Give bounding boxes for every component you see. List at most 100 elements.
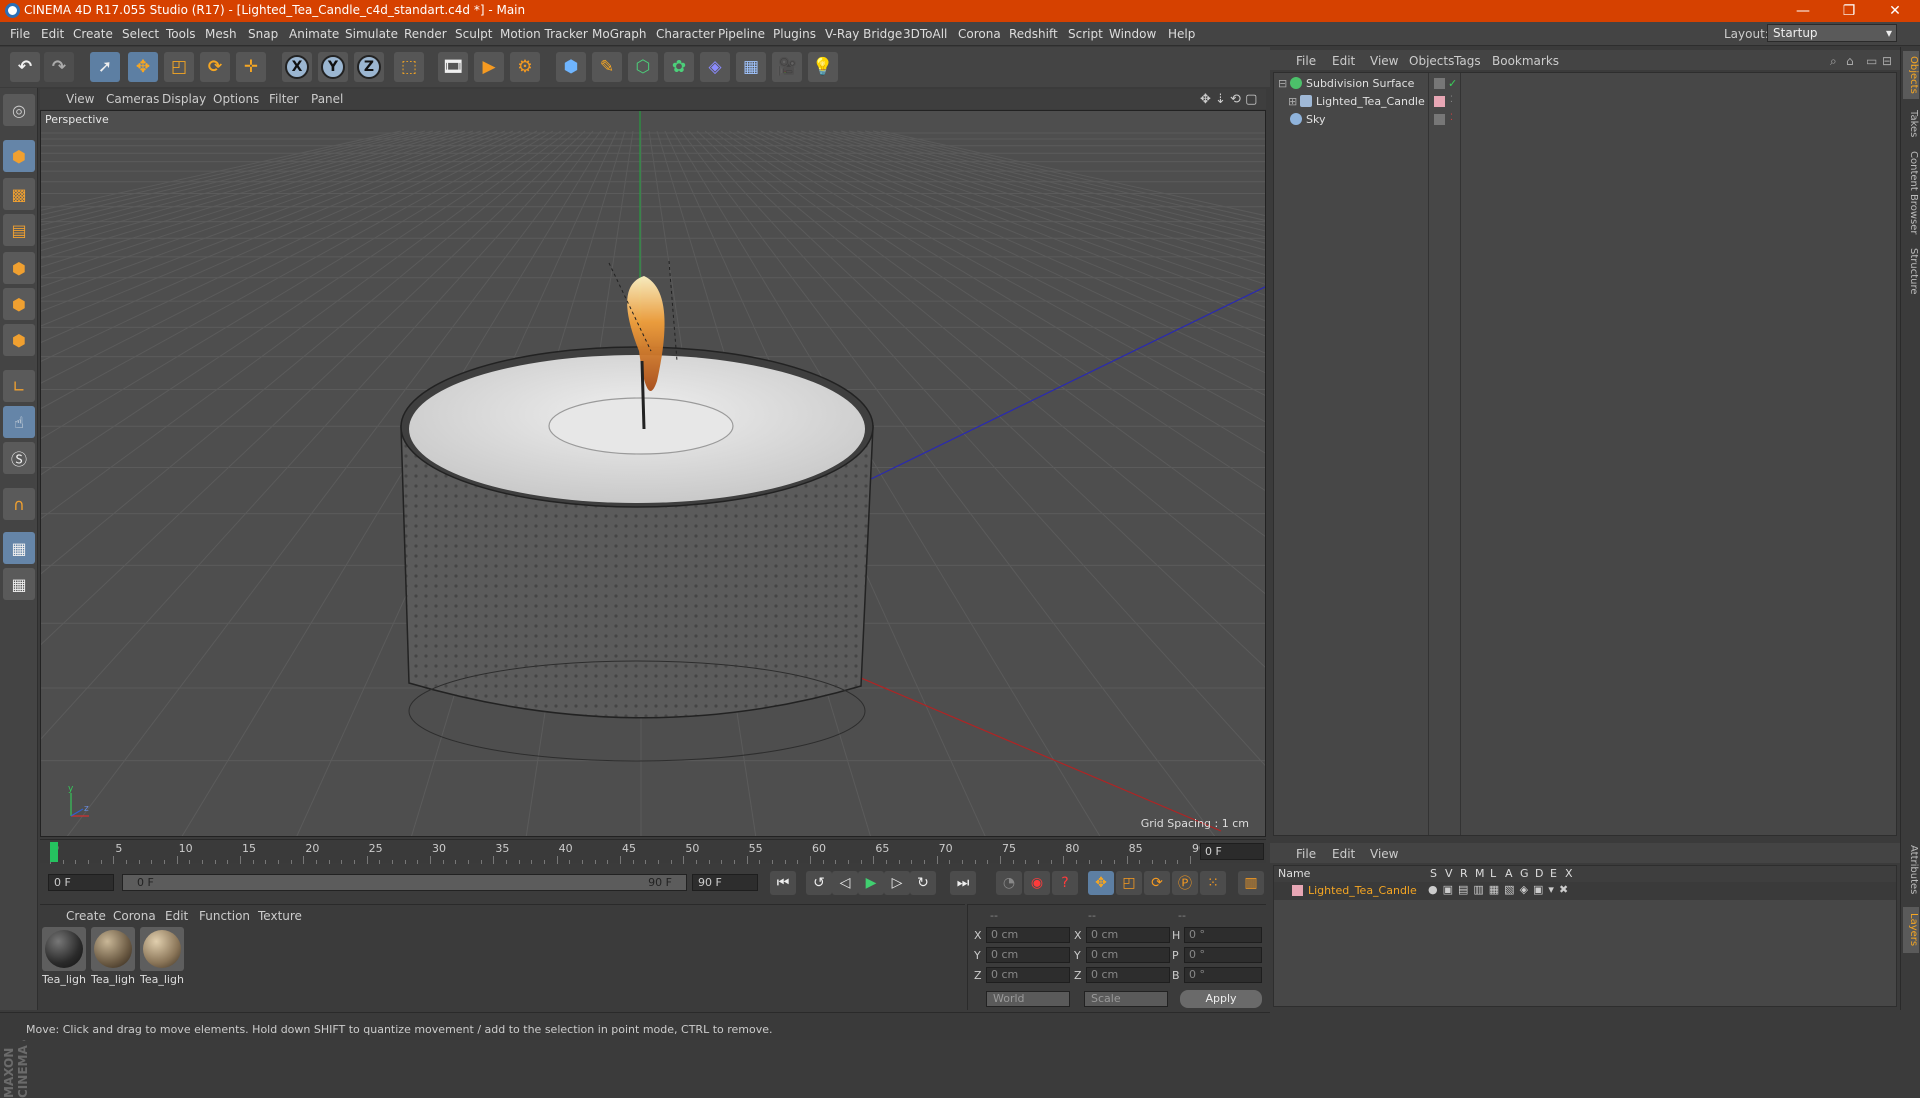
material-menu-texture[interactable]: Texture [258, 909, 302, 923]
key-position-icon[interactable]: ✥ [1088, 871, 1114, 895]
objects-menu-view[interactable]: View [1370, 54, 1398, 68]
layer-col-s[interactable]: S [1430, 867, 1437, 880]
light-icon[interactable]: 💡 [808, 52, 838, 82]
menu-character[interactable]: Character [656, 27, 715, 41]
layer-col-v[interactable]: V [1445, 867, 1453, 880]
window-icon[interactable]: ▭ [1866, 54, 1877, 68]
timeline-window-icon[interactable]: ▥ [1238, 871, 1264, 895]
coordinate-space-dropdown[interactable]: World [986, 991, 1070, 1007]
menu-vray-bridge[interactable]: V-Ray Bridge [825, 27, 902, 41]
menu-mograph[interactable]: MoGraph [592, 27, 647, 41]
menu-3dtoall[interactable]: 3DToAll [903, 27, 947, 41]
spline-pen-icon[interactable]: ✎ [592, 52, 622, 82]
layer-row-lighted-tea-candle[interactable]: Lighted_Tea_Candle ●▣▤▥▦▧◈▣▾✖ [1274, 882, 1896, 900]
objects-menu-edit[interactable]: Edit [1332, 54, 1355, 68]
texture-mode-icon[interactable]: ▩ [3, 178, 35, 210]
layer-list[interactable]: Name S V R M L A G D E X Lighted_Tea_Can… [1273, 865, 1897, 1007]
z-axis-lock-icon[interactable]: Z [354, 52, 384, 82]
layer-col-r[interactable]: R [1460, 867, 1468, 880]
objects-menu-objects[interactable]: Objects [1409, 54, 1454, 68]
edges-mode-icon[interactable]: ⬢ [3, 288, 35, 320]
tab-layers[interactable]: Layers [1903, 907, 1919, 953]
enabled-check-icon[interactable]: ✓ [1448, 77, 1457, 90]
record-disabled-icon[interactable]: ◔ [996, 871, 1022, 895]
layer-color-tag[interactable] [1434, 96, 1445, 107]
size-mode-dropdown[interactable]: Scale [1084, 991, 1168, 1007]
menu-mesh[interactable]: Mesh [205, 27, 237, 41]
tab-content-browser[interactable]: Content Browser [1903, 147, 1919, 239]
layer-col-x[interactable]: X [1565, 867, 1573, 880]
key-parameter-icon[interactable]: Ⓟ [1172, 871, 1198, 895]
preview-range-slider[interactable]: 0 F 90 F [122, 874, 687, 891]
viewport-menu-filter[interactable]: Filter [269, 92, 299, 106]
viewport-menu-view[interactable]: View [66, 92, 94, 106]
position-y-field[interactable]: 0 cm [986, 947, 1070, 963]
redo-icon[interactable]: ↷ [44, 52, 74, 82]
viewport-menu-cameras[interactable]: Cameras [106, 92, 159, 106]
x-axis-lock-icon[interactable]: X [282, 52, 312, 82]
start-frame-field[interactable]: 0 F [48, 874, 114, 891]
timeline-ruler[interactable]: 051015202530354045505560657075808590 0 F [40, 839, 1266, 864]
make-editable-icon[interactable]: ◎ [3, 94, 35, 126]
material-swatch[interactable] [42, 927, 86, 971]
objects-menu-file[interactable]: File [1296, 54, 1316, 68]
menu-edit[interactable]: Edit [41, 27, 64, 41]
rotation-p-field[interactable]: 0 ° [1184, 947, 1262, 963]
end-frame-field[interactable]: 90 F [692, 874, 758, 891]
timeline-playhead[interactable] [50, 842, 58, 862]
layer-col-l[interactable]: L [1490, 867, 1496, 880]
planar-workplane-icon[interactable]: ▦ [3, 568, 35, 600]
menu-redshift[interactable]: Redshift [1009, 27, 1058, 41]
menu-script[interactable]: Script [1068, 27, 1103, 41]
collapse-icon[interactable]: ⊟ [1278, 77, 1287, 90]
menu-render[interactable]: Render [404, 27, 447, 41]
coordinate-system-icon[interactable]: ⬚ [394, 52, 424, 82]
undo-icon[interactable]: ↶ [10, 52, 40, 82]
rotation-b-field[interactable]: 0 ° [1184, 967, 1262, 983]
record-active-objects-icon[interactable]: ◉ [1024, 871, 1050, 895]
axis-mode-icon[interactable]: ∟ [3, 370, 35, 402]
model-mode-icon[interactable]: ⬢ [3, 140, 35, 172]
play-icon[interactable]: ▶ [858, 871, 884, 895]
material-swatch[interactable] [140, 927, 184, 971]
viewport-menu-display[interactable]: Display [162, 92, 206, 106]
material-swatch[interactable] [91, 927, 135, 971]
menu-corona[interactable]: Corona [958, 27, 1001, 41]
object-row-sky[interactable]: Sky ⁚ [1274, 110, 1896, 129]
menu-plugins[interactable]: Plugins [773, 27, 816, 41]
objects-menu-bookmarks[interactable]: Bookmarks [1492, 54, 1559, 68]
scale-tool-icon[interactable]: ◰ [164, 52, 194, 82]
size-z-field[interactable]: 0 cm [1086, 967, 1170, 983]
layer-col-a[interactable]: A [1505, 867, 1513, 880]
layer-col-g[interactable]: G [1520, 867, 1529, 880]
viewport-menu-panel[interactable]: Panel [311, 92, 343, 106]
array-mograph-icon[interactable]: ✿ [664, 52, 694, 82]
points-mode-icon[interactable]: ⬢ [3, 252, 35, 284]
tweak-mode-icon[interactable]: ☝ [3, 406, 35, 438]
home-icon[interactable]: ⌂ [1846, 54, 1854, 68]
go-to-start-icon[interactable]: ⏮ [770, 871, 796, 895]
transform-tool-icon[interactable]: ✛ [236, 52, 266, 82]
position-x-field[interactable]: 0 cm [986, 927, 1070, 943]
live-selection-icon[interactable]: ➚ [90, 52, 120, 82]
visibility-dots-icon[interactable]: ⁚ [1450, 113, 1453, 123]
y-axis-lock-icon[interactable]: Y [318, 52, 348, 82]
move-tool-icon[interactable]: ✥ [128, 52, 158, 82]
layer-toggle-icons[interactable]: ●▣▤▥▦▧◈▣▾✖ [1428, 883, 1573, 896]
apply-button[interactable]: Apply [1180, 990, 1262, 1008]
menu-snap[interactable]: Snap [248, 27, 278, 41]
layer-col-name[interactable]: Name [1278, 867, 1310, 880]
cube-primitive-icon[interactable]: ⬢ [556, 52, 586, 82]
tab-objects[interactable]: Objects [1903, 51, 1919, 99]
key-rotation-icon[interactable]: ⟳ [1144, 871, 1170, 895]
menu-sculpt[interactable]: Sculpt [455, 27, 492, 41]
layout-dropdown[interactable]: Startup [1767, 24, 1897, 42]
key-point-level-icon[interactable]: ⁙ [1200, 871, 1226, 895]
object-row-lighted-tea-candle[interactable]: ⊞ Lighted_Tea_Candle ⁚ [1274, 92, 1896, 111]
material-menu-create[interactable]: Create [66, 909, 106, 923]
layers-menu-edit[interactable]: Edit [1332, 847, 1355, 861]
layer-col-m[interactable]: M [1475, 867, 1485, 880]
deformer-icon[interactable]: ◈ [700, 52, 730, 82]
object-list[interactable]: ⊟ Subdivision Surface ✓ ⊞ Lighted_Tea_Ca… [1273, 72, 1897, 836]
object-row-subdivision-surface[interactable]: ⊟ Subdivision Surface ✓ [1274, 74, 1896, 93]
